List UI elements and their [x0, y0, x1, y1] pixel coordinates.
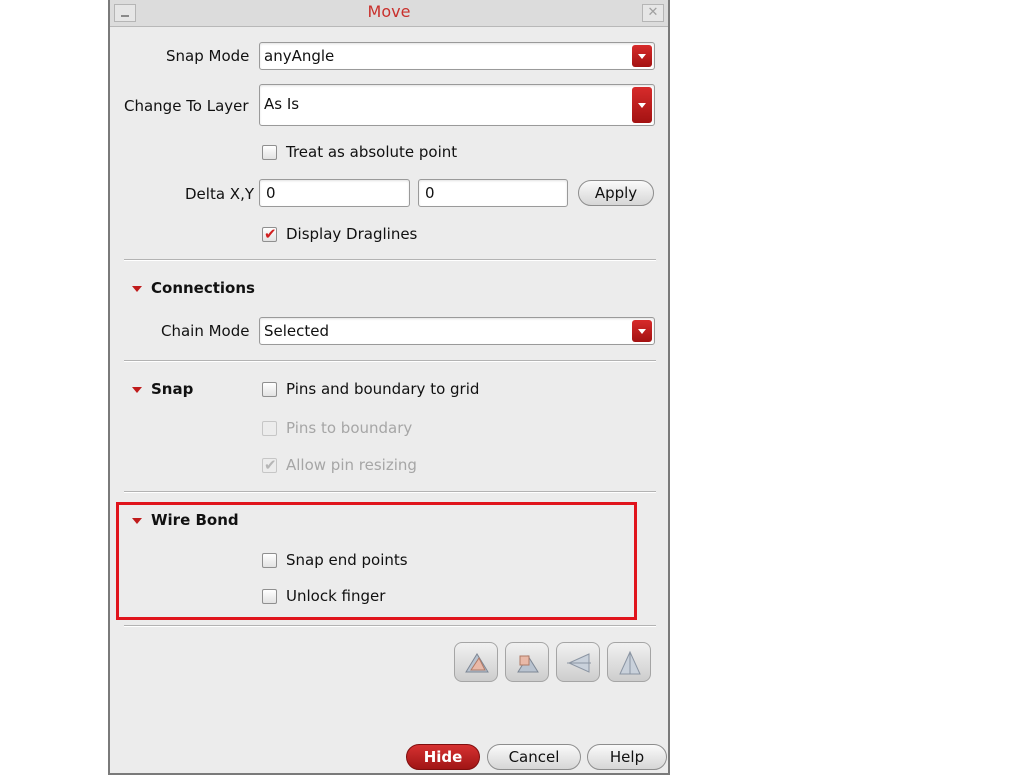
rotate-icon	[465, 653, 489, 673]
window-close-button[interactable]: ✕	[642, 4, 664, 22]
expand-triangle-icon[interactable]	[132, 286, 142, 292]
divider	[124, 491, 656, 493]
flip-button[interactable]	[505, 642, 549, 682]
pins-to-boundary-label: Pins to boundary	[286, 419, 413, 437]
pins-to-boundary-checkbox	[262, 421, 277, 436]
apply-button[interactable]: Apply	[578, 180, 654, 206]
dialog-title: Move	[367, 2, 411, 21]
divider	[124, 360, 656, 362]
display-draglines-checkbox[interactable]: ✔	[262, 225, 277, 243]
delta-y-input[interactable]: 0	[418, 179, 568, 207]
mirror-vertical-button[interactable]	[607, 642, 651, 682]
snap-mode-select[interactable]: anyAngle	[259, 42, 655, 70]
delta-xy-label: Delta X,Y	[185, 185, 254, 203]
allow-pin-resizing-label: Allow pin resizing	[286, 456, 417, 474]
expand-triangle-icon[interactable]	[132, 387, 142, 393]
change-layer-label: Change To Layer	[124, 97, 249, 115]
treat-absolute-checkbox[interactable]	[262, 145, 277, 160]
allow-pin-resizing-checkbox: ✔	[262, 456, 277, 474]
rotate-button[interactable]	[454, 642, 498, 682]
snap-section-title[interactable]: Snap	[151, 380, 193, 398]
move-dialog: Move ✕ Snap Mode anyAngle Change To Laye…	[108, 0, 670, 775]
treat-absolute-label: Treat as absolute point	[286, 143, 458, 161]
chevron-down-icon	[632, 320, 652, 342]
divider	[124, 625, 656, 627]
chain-mode-select[interactable]: Selected	[259, 317, 655, 345]
pins-boundary-grid-checkbox[interactable]	[262, 382, 277, 397]
snap-mode-label: Snap Mode	[166, 47, 250, 65]
pins-boundary-grid-label: Pins and boundary to grid	[286, 380, 480, 398]
checkmark-icon: ✔	[264, 225, 277, 243]
mirror-left-button[interactable]	[556, 642, 600, 682]
flip-icon	[517, 655, 539, 673]
change-layer-select[interactable]: As Is	[259, 84, 655, 126]
delta-x-input[interactable]: 0	[259, 179, 410, 207]
hide-button[interactable]: Hide	[406, 744, 480, 770]
cancel-button[interactable]: Cancel	[487, 744, 581, 770]
chevron-down-icon	[632, 45, 652, 67]
connections-section-title[interactable]: Connections	[151, 279, 255, 297]
mirror-vertical-icon	[619, 650, 641, 675]
chevron-down-icon	[632, 87, 652, 123]
title-bar: Move ✕	[110, 0, 668, 27]
wire-bond-highlight-box	[116, 502, 637, 620]
checkmark-icon: ✔	[264, 456, 277, 474]
display-draglines-label: Display Draglines	[286, 225, 418, 243]
divider	[124, 259, 656, 261]
snap-mode-value: anyAngle	[264, 47, 335, 65]
help-button[interactable]: Help	[587, 744, 667, 770]
delta-y-value: 0	[425, 184, 435, 202]
chain-mode-value: Selected	[264, 322, 330, 340]
delta-x-value: 0	[266, 184, 276, 202]
change-layer-value: As Is	[264, 95, 300, 113]
mirror-left-icon	[567, 653, 591, 673]
chain-mode-label: Chain Mode	[161, 322, 250, 340]
